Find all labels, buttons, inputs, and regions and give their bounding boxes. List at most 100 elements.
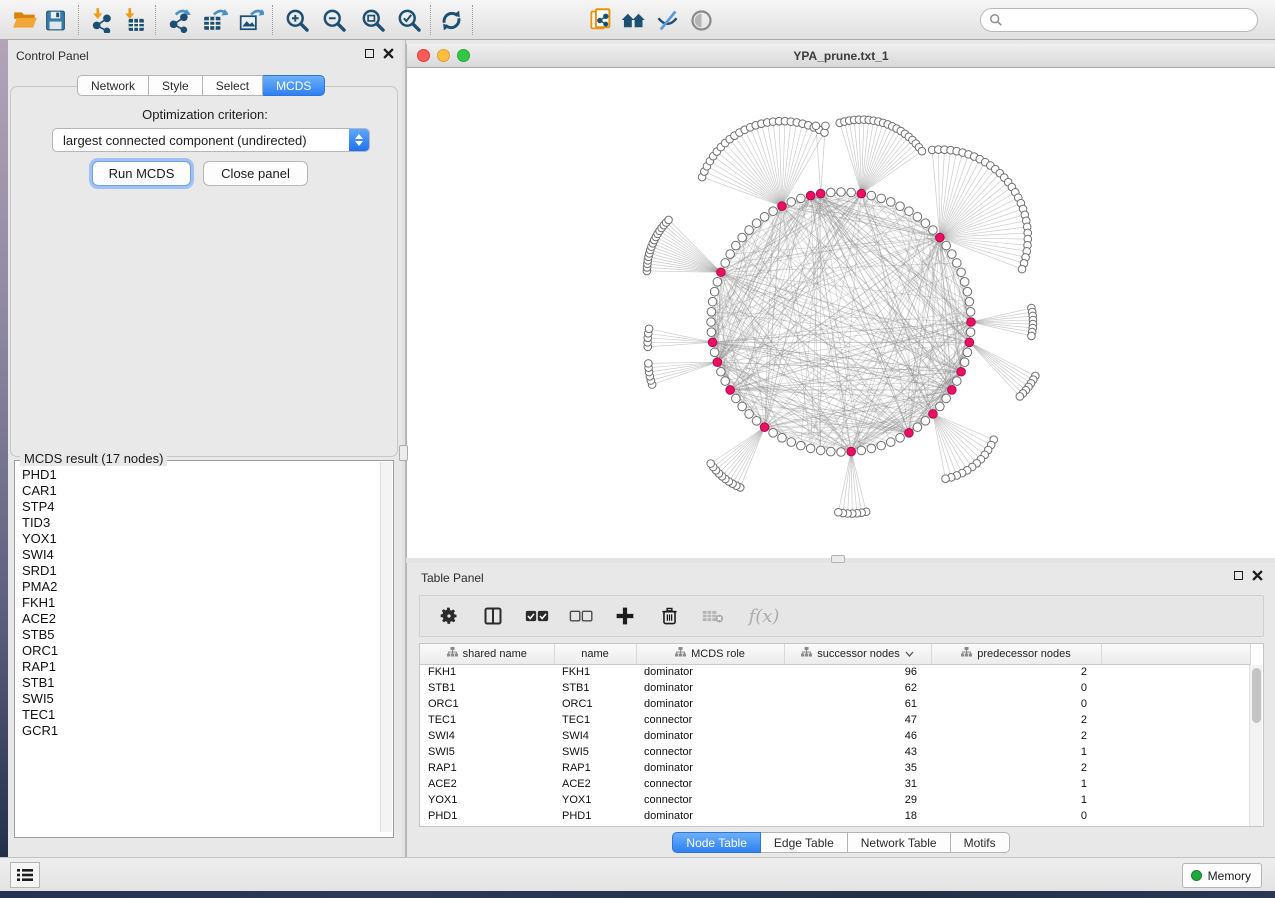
mcds-hub-node[interactable] (713, 358, 722, 367)
network-node[interactable] (942, 241, 951, 250)
table-cell[interactable]: PHD1 (554, 808, 636, 824)
network-node[interactable] (857, 446, 866, 455)
table-cell[interactable]: 1 (931, 776, 1101, 792)
delete-table-icon[interactable] (698, 601, 728, 631)
list-item[interactable]: TEC1 (16, 707, 380, 723)
table-cell[interactable]: YOX1 (420, 792, 554, 808)
table-cell[interactable]: 62 (784, 680, 931, 696)
table-cell[interactable]: FKH1 (420, 664, 554, 680)
tab-style[interactable]: Style (149, 75, 203, 96)
zoom-in-icon[interactable] (280, 3, 314, 37)
export-network-icon[interactable] (162, 3, 196, 37)
table-cell[interactable]: SWI5 (554, 744, 636, 760)
network-node[interactable] (1028, 332, 1036, 340)
minimize-window-icon[interactable] (437, 49, 450, 62)
network-node[interactable] (708, 297, 717, 306)
network-node[interactable] (710, 348, 719, 357)
list-item[interactable]: PHD1 (16, 467, 380, 483)
network-node[interactable] (913, 213, 922, 222)
optimization-criterion-select[interactable]: largest connected component (undirected) (52, 128, 370, 152)
network-node[interactable] (953, 377, 962, 386)
import-table-icon[interactable] (116, 3, 150, 37)
network-node[interactable] (966, 308, 975, 317)
splitter-grip[interactable] (399, 445, 408, 461)
network-node[interactable] (769, 207, 778, 216)
table-cell[interactable]: 0 (931, 680, 1101, 696)
column-header-MCDS-role[interactable]: MCDS role (636, 644, 784, 664)
list-item[interactable]: CAR1 (16, 483, 380, 499)
table-cell[interactable]: 1 (931, 792, 1101, 808)
network-node[interactable] (707, 318, 716, 327)
mcds-result-scrollbar[interactable] (380, 462, 392, 832)
network-node[interactable] (797, 441, 806, 450)
network-node[interactable] (1016, 393, 1024, 401)
table-row[interactable]: SWI4SWI4dominator462 (420, 728, 1250, 744)
network-node[interactable] (713, 278, 722, 287)
deselect-all-icon[interactable] (566, 601, 596, 631)
network-node[interactable] (965, 297, 974, 306)
table-row[interactable]: SWI5SWI5connector431 (420, 744, 1250, 760)
table-cell[interactable]: dominator (636, 728, 784, 744)
memory-button[interactable]: Memory (1182, 863, 1262, 888)
network-node[interactable] (877, 194, 886, 203)
table-cell[interactable]: 2 (931, 728, 1101, 744)
function-builder-icon[interactable]: f(x) (742, 601, 786, 631)
network-node[interactable] (886, 438, 895, 447)
table-cell[interactable]: ORC1 (420, 696, 554, 712)
tab-node-table[interactable]: Node Table (672, 832, 761, 853)
network-node[interactable] (717, 367, 726, 376)
network-node[interactable] (886, 198, 895, 207)
run-mcds-button[interactable]: Run MCDS (92, 161, 191, 186)
column-header-predecessor-nodes[interactable]: predecessor nodes (931, 644, 1101, 664)
table-cell[interactable]: connector (636, 744, 784, 760)
mcds-hub-node[interactable] (936, 233, 945, 242)
search-input[interactable] (1003, 11, 1257, 29)
table-row[interactable]: ORC1ORC1dominator610 (420, 696, 1250, 712)
network-node[interactable] (936, 402, 945, 411)
export-table-icon[interactable] (198, 3, 232, 37)
network-window-titlebar[interactable]: YPA_prune.txt_1 (407, 44, 1275, 68)
network-node[interactable] (806, 444, 815, 453)
network-node[interactable] (929, 226, 938, 235)
network-node[interactable] (827, 188, 836, 197)
network-node[interactable] (721, 259, 730, 268)
network-node[interactable] (745, 410, 754, 419)
mcds-hub-node[interactable] (847, 447, 856, 456)
mcds-hub-node[interactable] (778, 202, 787, 211)
mcds-hub-node[interactable] (965, 338, 974, 347)
list-item[interactable]: PMA2 (16, 579, 380, 595)
vertical-splitter[interactable] (402, 40, 406, 857)
table-cell[interactable]: connector (636, 776, 784, 792)
tab-edge-table[interactable]: Edge Table (761, 832, 848, 853)
network-node[interactable] (797, 194, 806, 203)
network-node[interactable] (710, 287, 719, 296)
tab-network-table[interactable]: Network Table (848, 832, 951, 853)
tab-select[interactable]: Select (203, 75, 263, 96)
table-cell[interactable]: connector (636, 792, 784, 808)
network-node[interactable] (918, 147, 926, 155)
table-cell[interactable]: 2 (931, 712, 1101, 728)
list-item[interactable]: STB5 (16, 627, 380, 643)
table-cell[interactable]: STB1 (554, 680, 636, 696)
table-cell[interactable]: 29 (784, 792, 931, 808)
network-node[interactable] (966, 328, 975, 337)
table-cell[interactable]: 0 (931, 808, 1101, 824)
table-cell[interactable]: PHD1 (420, 808, 554, 824)
tab-motifs[interactable]: Motifs (951, 832, 1010, 853)
mcds-hub-node[interactable] (929, 410, 938, 419)
table-row[interactable]: TEC1TEC1connector472 (420, 712, 1250, 728)
table-row[interactable]: FKH1FKH1dominator962 (420, 664, 1250, 680)
open-folder-icon[interactable] (8, 3, 42, 37)
task-history-button[interactable] (10, 862, 40, 888)
network-node[interactable] (957, 268, 966, 277)
network-node[interactable] (645, 325, 653, 333)
network-node[interactable] (812, 122, 820, 130)
table-row[interactable]: PHD1PHD1dominator180 (420, 808, 1250, 824)
list-item[interactable]: YOX1 (16, 531, 380, 547)
network-node[interactable] (732, 241, 741, 250)
network-node[interactable] (921, 417, 930, 426)
table-cell[interactable]: SWI5 (420, 744, 554, 760)
network-node[interactable] (837, 188, 846, 197)
network-node[interactable] (738, 402, 747, 411)
network-node[interactable] (896, 434, 905, 443)
